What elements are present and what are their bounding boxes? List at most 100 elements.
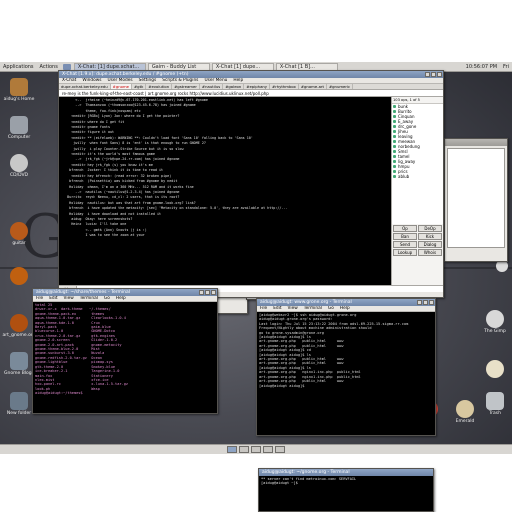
desktop-screenshot: G·N·O Applications Actions X-Chat: [1] d… (0, 62, 512, 454)
whois-button[interactable]: Whois (418, 249, 442, 256)
menu-item[interactable]: X-Chat (62, 78, 76, 83)
tab-channel[interactable]: #gtk (132, 84, 147, 89)
maximize-icon[interactable] (205, 290, 210, 295)
desktop-icon-label: CD/DVD (9, 173, 29, 178)
menu-item[interactable]: Windows (82, 78, 101, 83)
op-button[interactable]: Op (393, 225, 417, 232)
menu-item[interactable]: File (36, 296, 43, 301)
tab-channel[interactable]: #rhythmbox (270, 84, 299, 89)
lookup-button[interactable]: Lookup (393, 249, 417, 256)
panel-clock[interactable]: 10:56:07 PM (463, 64, 500, 70)
applications-menu[interactable]: Applications (0, 64, 37, 70)
window-title: X-Chat [1.9.x]: dupe.xchat.berkeley.edu … (62, 72, 189, 77)
nick-list[interactable]: bunk Burrito Cinquan E_away drc_gone Jiheu lea… (392, 104, 443, 224)
workspace-icon[interactable] (227, 446, 237, 453)
tab-channel[interactable]: #nautilus (200, 84, 224, 89)
ban-button[interactable]: Ban (393, 233, 417, 240)
minimize-icon[interactable] (425, 72, 430, 77)
menu-item[interactable]: Terminal (304, 306, 322, 311)
workspace-switcher[interactable] (227, 446, 285, 453)
tab-channel[interactable]: #galeon (223, 84, 245, 89)
desktop-icon-blogs[interactable]: Gnome Blogs (2, 352, 36, 376)
launcher-icon[interactable] (62, 63, 71, 70)
tab-channel[interactable]: #gnumeric (327, 84, 354, 89)
deop-button[interactable]: DeOp (418, 225, 442, 232)
desktop-icon-guitar[interactable]: guitar (2, 222, 36, 246)
gear-icon (10, 314, 28, 332)
topic-bar[interactable]: re-mey is the funk-king-of-the-east-coas… (59, 90, 443, 97)
window-titlebar[interactable] (445, 139, 507, 146)
chat-log[interactable]: <-- jrheine (~heinzd9@c-67-170-201.eastl… (59, 97, 391, 285)
kick-button[interactable]: Kick (418, 233, 442, 240)
menu-item[interactable]: File (260, 306, 267, 311)
menu-item[interactable]: View (288, 306, 298, 311)
workspace-icon[interactable] (239, 446, 249, 453)
menu-item[interactable]: Terminal (80, 296, 98, 301)
menu-item[interactable]: Help (116, 296, 126, 301)
desktop-icon-trash[interactable]: Trash (478, 392, 512, 416)
menu-item[interactable]: View (64, 296, 74, 301)
desktop-icon-cdrom[interactable]: CD/DVD (2, 154, 36, 178)
terminal-window-dns[interactable]: aidug@aidugt: ~/gnome.org - Terminal ** … (258, 468, 434, 512)
menu-item[interactable]: User Modes (108, 78, 133, 83)
window-titlebar[interactable]: aidug@aidugt: ~/gnome.org - Terminal (259, 469, 433, 476)
gaim-buddy-window[interactable] (444, 138, 508, 262)
trash-icon (486, 392, 504, 410)
close-icon[interactable] (429, 300, 434, 305)
home-folder-icon (10, 78, 28, 96)
channel-topic: re-mey is the funk-king-of-the-east-coas… (62, 91, 269, 96)
panel-date[interactable]: Fri (500, 64, 512, 70)
terminal-window-themes[interactable]: aidug@aidugt: ~/share/themes - Terminal … (32, 288, 218, 414)
buddy-list-area[interactable] (447, 148, 505, 248)
menu-item[interactable]: Settings (139, 78, 157, 83)
menu-item[interactable]: Go (328, 306, 334, 311)
desktop-icon-gimp[interactable]: The Gimp (478, 310, 512, 334)
maximize-icon[interactable] (431, 72, 436, 77)
maximize-icon[interactable] (423, 300, 428, 305)
tab-channel[interactable]: #gnome-art (299, 84, 327, 89)
minimize-icon[interactable] (417, 300, 422, 305)
menu-item[interactable]: Help (233, 78, 243, 83)
window-titlebar[interactable]: aidug@aidugt: ~/share/themes - Terminal (33, 289, 217, 296)
tab-channel[interactable]: #epiphany (244, 84, 271, 89)
menu-item[interactable]: Scripts & Plugins (162, 78, 198, 83)
terminal-output[interactable]: total 25 drwxr-xr-x dark-theme ~/.themes/… (33, 302, 217, 413)
close-icon[interactable] (211, 290, 216, 295)
terminal-window-grone[interactable]: aidug@aidugt: www.grone.org - Terminal F… (256, 298, 436, 436)
desktop-icon-emerald[interactable]: Emerald (448, 400, 482, 424)
menu-item[interactable]: Help (340, 306, 350, 311)
guitar-icon (10, 267, 28, 285)
menu-item[interactable]: Edit (273, 306, 281, 311)
workspace-icon[interactable] (275, 446, 285, 453)
chat-line: I was to see the zoom at your (61, 233, 145, 238)
minimize-icon[interactable] (199, 290, 204, 295)
workspace-icon[interactable] (251, 446, 261, 453)
window-titlebar[interactable]: X-Chat [1.9.x]: dupe.xchat.berkeley.edu … (59, 71, 443, 78)
desktop-icon-penguin[interactable] (478, 360, 512, 379)
menu-item[interactable]: Edit (49, 296, 57, 301)
close-icon[interactable] (437, 72, 442, 77)
desktop-icon-folder[interactable]: New folder (2, 392, 36, 416)
menu-item[interactable]: User Menu (204, 78, 227, 83)
terminal-output[interactable]: ** server can't find metroinux.com: SERV… (259, 476, 433, 511)
desktop-icon-home[interactable]: aidug's Home (2, 78, 36, 102)
actions-menu[interactable]: Actions (37, 64, 61, 70)
desktop-icon-computer[interactable]: Computer (2, 116, 36, 140)
workspace-icon[interactable] (263, 446, 273, 453)
tab-server[interactable]: dupe.xchat.berkeley.edu (59, 84, 111, 89)
desktop-icon-artgnome[interactable]: art_gnome.org (2, 314, 36, 338)
window-titlebar[interactable]: aidug@aidugt: www.grone.org - Terminal (257, 299, 435, 306)
xchat-window[interactable]: X-Chat [1.9.x]: dupe.xchat.berkeley.edu … (58, 70, 444, 298)
terminal-output[interactable]: [aidug@websvr2 ~]$ ssh aidug@aidugt.gron… (257, 312, 435, 435)
nick-item[interactable]: ablub (392, 174, 443, 179)
desktop-icon-label: art_gnome.org (2, 333, 36, 338)
tab-channel[interactable]: #evolution (146, 84, 173, 89)
dialog-button[interactable]: Dialog (418, 241, 442, 248)
send-button[interactable]: Send (393, 241, 417, 248)
desktop-icon-label: Gnome Blogs (4, 371, 34, 376)
menu-item[interactable]: Go (104, 296, 110, 301)
desktop-icon-guitar-2[interactable] (2, 267, 36, 286)
tab-channel[interactable]: #gstreamer (172, 84, 200, 89)
window-title: aidug@aidugt: www.grone.org - Terminal (260, 300, 352, 305)
tab-channel[interactable]: #gnome (110, 84, 132, 89)
